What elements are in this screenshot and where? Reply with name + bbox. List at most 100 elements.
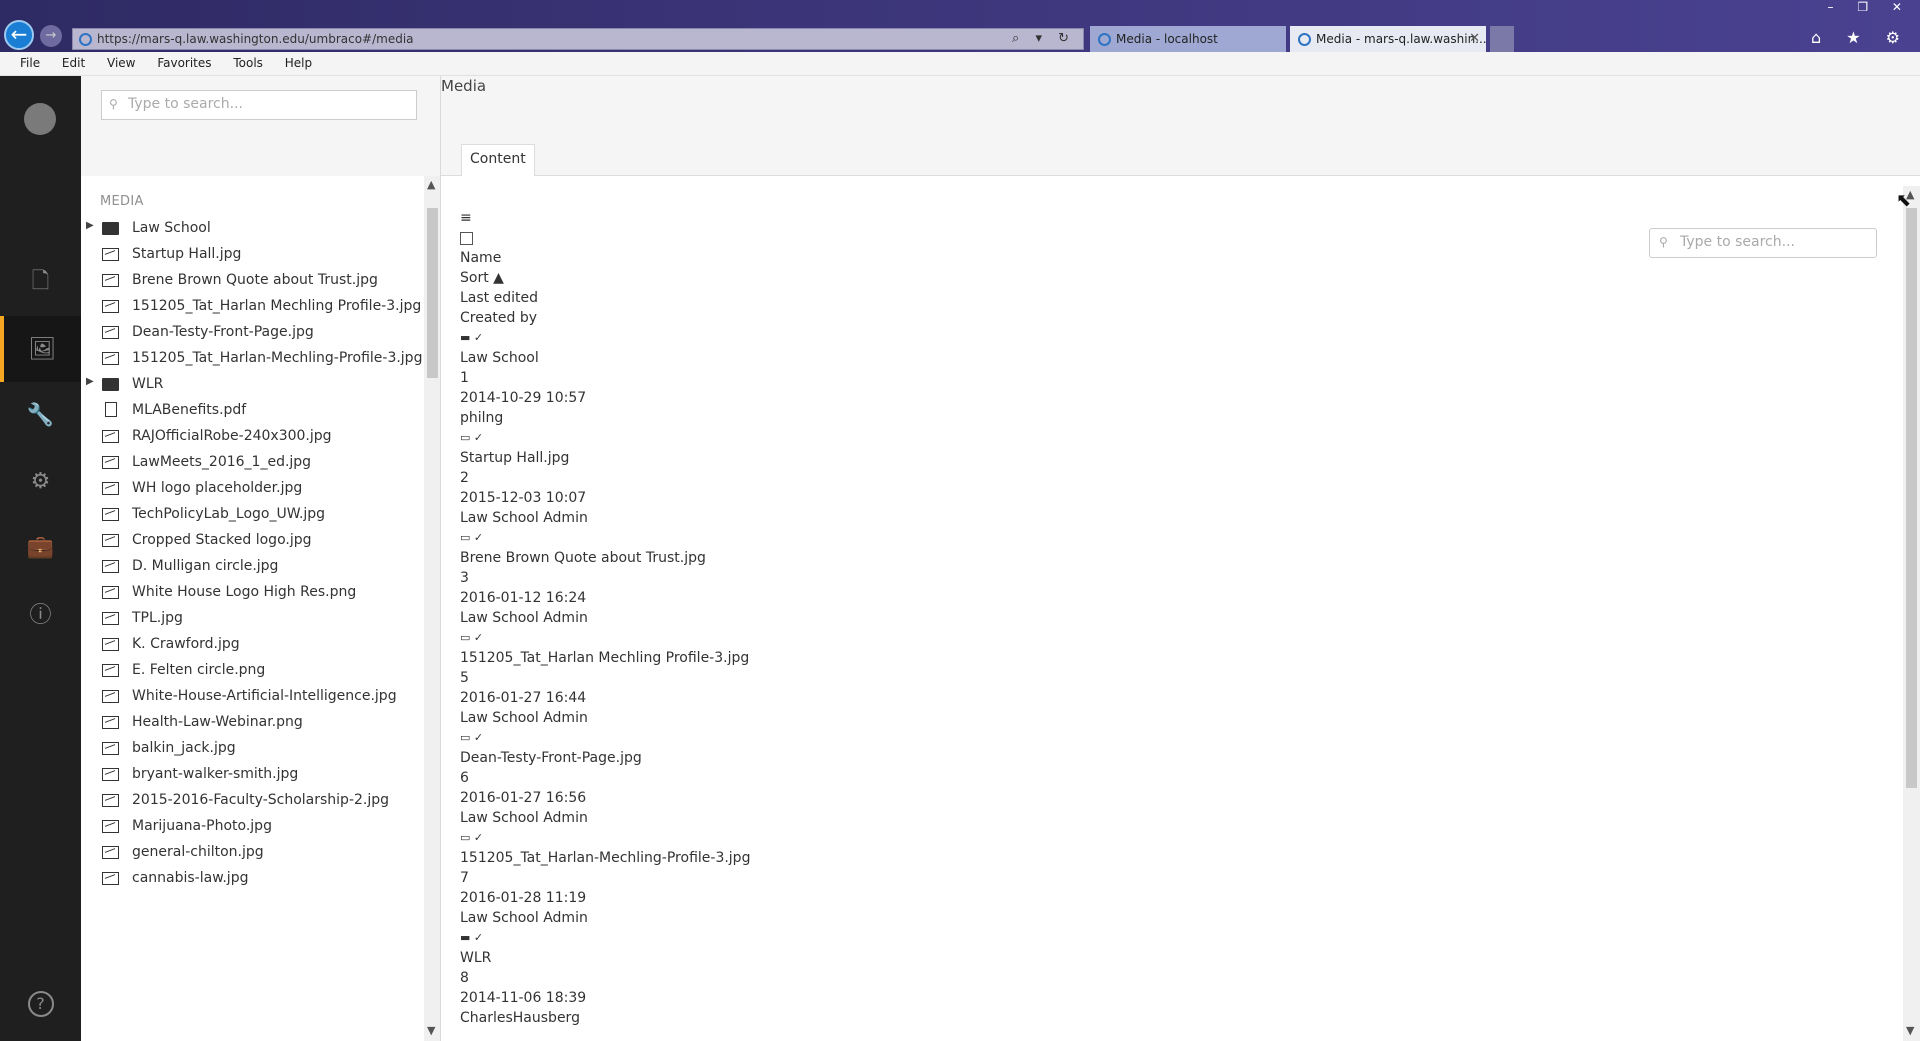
row-name[interactable]: 151205_Tat_Harlan-Mechling-Profile-3.jpg [460, 848, 1360, 868]
mouse-cursor-icon: ⬉ [1896, 190, 1912, 211]
forward-button[interactable]: → [40, 25, 62, 47]
tree-item[interactable]: Cropped Stacked logo.jpg [81, 530, 421, 554]
tree-item[interactable]: Health-Law-Webinar.png [81, 712, 421, 736]
tree-item[interactable]: balkin_jack.jpg [81, 738, 421, 762]
tree-item-label: 2015-2016-Faculty-Scholarship-2.jpg [132, 792, 390, 808]
tree-item[interactable]: LawMeets_2016_1_ed.jpg [81, 452, 421, 476]
section-media[interactable]: 🖼 [0, 316, 81, 382]
list-item[interactable]: ▭ ✓ Brene Brown Quote about Trust.jpg 3 201… [460, 528, 1360, 628]
section-members[interactable]: ⓘ [0, 580, 81, 646]
tree-item[interactable]: D. Mulligan circle.jpg [81, 556, 421, 580]
list-search-input[interactable]: ⚲ Type to search... [1649, 228, 1877, 258]
tree-search-input[interactable]: ⚲ Type to search... [101, 90, 417, 120]
close-tab-icon[interactable]: ✕ [1469, 31, 1480, 46]
row-name[interactable]: Brene Brown Quote about Trust.jpg [460, 548, 1360, 568]
select-all-checkbox[interactable] [460, 231, 473, 245]
search-icon: ⚲ [109, 97, 118, 111]
tree-item-label: bryant-walker-smith.jpg [132, 766, 299, 782]
expand-arrow-icon[interactable]: ▶ [86, 376, 94, 387]
back-button[interactable]: ← [4, 20, 34, 50]
list-item[interactable]: ▬ ✓ Law School 1 2014-10-29 10:57 philng [460, 328, 1360, 428]
home-favorites-tools-icons[interactable]: ⌂ ★ ⚙ [1811, 28, 1910, 47]
section-settings[interactable]: 🔧 [0, 382, 81, 448]
wrench-icon: 🔧 [26, 402, 55, 428]
scroll-down-icon[interactable]: ▼ [1906, 1024, 1914, 1037]
folder-icon [102, 378, 119, 391]
image-icon [102, 716, 119, 729]
window-controls[interactable]: – ❐ ✕ [1828, 0, 1912, 14]
image-icon [102, 248, 119, 261]
main-scrollbar[interactable]: ▲ ▼ [1903, 186, 1920, 1041]
section-developer[interactable]: ⚙ [0, 448, 81, 514]
tree-item[interactable]: White House Logo High Res.png [81, 582, 421, 606]
tree-item[interactable]: ▶ WLR [81, 374, 421, 398]
list-item[interactable]: ▬ ✓ WLR 8 2014-11-06 18:39 CharlesHausberg [460, 928, 1360, 1028]
tree-item[interactable]: TPL.jpg [81, 608, 421, 632]
row-name[interactable]: Dean-Testy-Front-Page.jpg [460, 748, 1360, 768]
row-name[interactable]: 151205_Tat_Harlan Mechling Profile-3.jpg [460, 648, 1360, 668]
browser-tab-mars[interactable]: Media - mars-q.law.washin... ✕ [1290, 26, 1486, 52]
row-name[interactable]: WLR [460, 948, 1360, 968]
menu-tools[interactable]: Tools [233, 56, 263, 70]
section-content[interactable]: 🗋 [0, 250, 81, 316]
tree-item[interactable]: 2015-2016-Faculty-Scholarship-2.jpg [81, 790, 421, 814]
tree-item[interactable]: Dean-Testy-Front-Page.jpg [81, 322, 421, 346]
column-sort[interactable]: Sort ▲ [460, 268, 1360, 288]
row-created-by: CharlesHausberg [460, 1010, 580, 1026]
search-icon: ⚲ [1659, 235, 1668, 249]
tree-item-label: WLR [132, 376, 164, 392]
tree-item[interactable]: cannabis-law.jpg [81, 868, 421, 892]
tree-item[interactable]: bryant-walker-smith.jpg [81, 764, 421, 788]
page-title[interactable]: Media [441, 77, 486, 95]
scroll-up-icon[interactable]: ▲ [427, 178, 435, 191]
new-tab-button[interactable] [1490, 26, 1514, 52]
menu-favorites[interactable]: Favorites [157, 56, 211, 70]
tree-item[interactable]: Brene Brown Quote about Trust.jpg [81, 270, 421, 294]
tree-item[interactable]: MLABenefits.pdf [81, 400, 421, 424]
menu-file[interactable]: File [20, 56, 40, 70]
avatar[interactable] [24, 103, 56, 135]
address-tools[interactable]: ⌕ ▾ ↻ [1012, 31, 1075, 46]
section-users[interactable]: 💼 [0, 514, 81, 580]
list-item[interactable]: ▭ ✓ 151205_Tat_Harlan Mechling Profile-3.… [460, 628, 1360, 728]
row-sort-order: 1 [460, 370, 469, 386]
tree-item[interactable]: 151205_Tat_Harlan Mechling Profile-3.jpg [81, 296, 421, 320]
tree-item[interactable]: ▶ Law School [81, 218, 421, 242]
row-name[interactable]: Startup Hall.jpg [460, 448, 1360, 468]
tree-item[interactable]: Startup Hall.jpg [81, 244, 421, 268]
tab-content[interactable]: Content [461, 144, 535, 176]
address-bar[interactable]: https://mars-q.law.washington.edu/umbrac… [72, 28, 1084, 50]
tree-item[interactable]: RAJOfficialRobe-240x300.jpg [81, 426, 421, 450]
members-icon: ⓘ [29, 603, 52, 628]
tree-item-label: Brene Brown Quote about Trust.jpg [132, 272, 378, 288]
column-name[interactable]: Name [460, 248, 1360, 268]
menu-edit[interactable]: Edit [62, 56, 85, 70]
tree-item[interactable]: WH logo placeholder.jpg [81, 478, 421, 502]
browser-tab-localhost[interactable]: Media - localhost [1090, 26, 1286, 52]
tree-item[interactable]: Marijuana-Photo.jpg [81, 816, 421, 840]
row-name[interactable]: Law School [460, 348, 1360, 368]
menu-view[interactable]: View [107, 56, 135, 70]
tree-item[interactable]: E. Felten circle.png [81, 660, 421, 684]
menu-help[interactable]: Help [285, 56, 312, 70]
tree-item[interactable]: K. Crawford.jpg [81, 634, 421, 658]
tree-item[interactable]: White-House-Artificial-Intelligence.jpg [81, 686, 421, 710]
tree-search-placeholder: Type to search... [128, 96, 243, 112]
column-last-edited[interactable]: Last edited [460, 288, 1360, 308]
list-item[interactable]: ▭ ✓ 151205_Tat_Harlan-Mechling-Profile-3.… [460, 828, 1360, 928]
list-item[interactable]: ▭ ✓ Dean-Testy-Front-Page.jpg 6 2016-01-27 … [460, 728, 1360, 828]
list-menu-icon[interactable]: ≡ [460, 208, 1360, 228]
scroll-down-icon[interactable]: ▼ [427, 1024, 435, 1037]
media-tree-pane: ⚲ Type to search... MEDIA ▶ Law School Sta… [81, 76, 441, 1041]
main-scroll-thumb[interactable] [1906, 208, 1917, 788]
tree-item[interactable]: 151205_Tat_Harlan-Mechling-Profile-3.jpg [81, 348, 422, 372]
tree-scroll-thumb[interactable] [427, 208, 438, 378]
tree-item[interactable]: TechPolicyLab_Logo_UW.jpg [81, 504, 421, 528]
list-item[interactable]: ▭ ✓ Startup Hall.jpg 2 2015-12-03 10:07 Law … [460, 428, 1360, 528]
expand-arrow-icon[interactable]: ▶ [86, 220, 94, 231]
tree-scrollbar[interactable]: ▲ ▼ [424, 176, 440, 1041]
column-created-by[interactable]: Created by [460, 308, 1360, 328]
tree-item[interactable]: general-chilton.jpg [81, 842, 421, 866]
help-button[interactable]: ? [0, 971, 81, 1037]
main-header: Media Content [441, 76, 1920, 176]
